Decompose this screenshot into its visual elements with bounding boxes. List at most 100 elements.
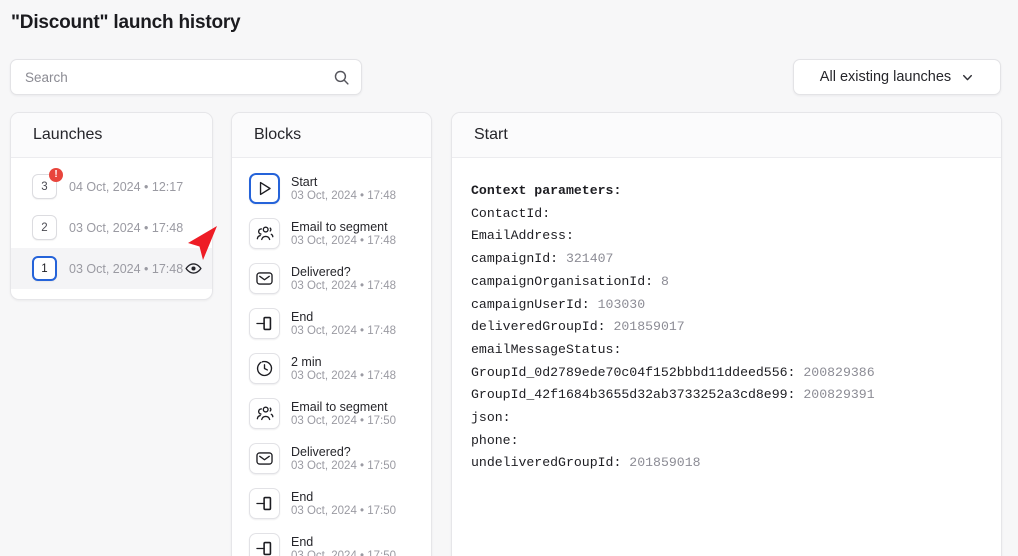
block-row[interactable]: 2 min 03 Oct, 2024 • 17:48	[232, 346, 431, 391]
play-icon	[249, 173, 280, 204]
parameter-key: undeliveredGroupId:	[471, 455, 622, 471]
launch-number-chip[interactable]: 3 !	[32, 168, 63, 199]
block-date: 03 Oct, 2024 • 17:50	[291, 415, 397, 427]
launch-row[interactable]: 2 03 Oct, 2024 • 17:48	[11, 207, 212, 248]
context-parameters: Context parameters: ContactId: EmailAddre…	[452, 158, 1001, 475]
launches-panel: Launches 3 ! 04 Oct, 2024 • 12:17 2 03 O…	[10, 112, 213, 300]
block-row[interactable]: End 03 Oct, 2024 • 17:48	[232, 301, 431, 346]
launch-date: 03 Oct, 2024 • 17:48	[69, 220, 184, 235]
block-row[interactable]: Delivered? 03 Oct, 2024 • 17:48	[232, 256, 431, 301]
parameter-line: json:	[471, 407, 1001, 430]
block-name: Delivered?	[291, 265, 351, 279]
parameter-key: deliveredGroupId:	[471, 319, 606, 335]
segment-icon	[249, 218, 280, 249]
parameter-value: 200829386	[803, 364, 875, 380]
block-row[interactable]: Email to segment 03 Oct, 2024 • 17:48	[232, 211, 431, 256]
launch-date: 04 Oct, 2024 • 12:17	[69, 179, 184, 194]
block-date: 03 Oct, 2024 • 17:48	[291, 325, 397, 337]
block-row[interactable]: Delivered? 03 Oct, 2024 • 17:50	[232, 436, 431, 481]
search-input[interactable]	[25, 69, 333, 85]
launch-date: 03 Oct, 2024 • 17:48	[69, 261, 184, 276]
parameter-key: campaignOrganisationId:	[471, 273, 654, 289]
launch-row[interactable]: 1 03 Oct, 2024 • 17:48	[11, 248, 212, 289]
block-date: 03 Oct, 2024 • 17:50	[291, 460, 397, 472]
parameter-key: campaignId:	[471, 251, 559, 267]
block-detail-panel: Start Context parameters: ContactId: Emai…	[451, 112, 1002, 556]
parameter-value: 103030	[597, 296, 646, 312]
eye-icon[interactable]	[185, 260, 202, 277]
parameter-line: campaignId: 321407	[471, 248, 1001, 271]
page-title: "Discount" launch history	[11, 12, 241, 33]
parameter-line: emailMessageStatus:	[471, 339, 1001, 362]
parameter-value: 201859017	[613, 319, 685, 335]
parameter-key: GroupId_0d2789ede70c04f152bbbd11ddeed556…	[471, 364, 796, 380]
launches-list: 3 ! 04 Oct, 2024 • 12:17 2 03 Oct, 2024 …	[11, 158, 212, 299]
launch-number-chip[interactable]: 2	[32, 215, 57, 240]
block-text: Delivered? 03 Oct, 2024 • 17:48	[291, 265, 396, 292]
parameter-list: ContactId: EmailAddress: campaignId: 32140…	[471, 203, 1001, 475]
block-date: 03 Oct, 2024 • 17:50	[291, 550, 397, 556]
block-name: Delivered?	[291, 445, 351, 459]
block-row[interactable]: Email to segment 03 Oct, 2024 • 17:50	[232, 391, 431, 436]
end-icon	[249, 533, 280, 556]
block-name: 2 min	[291, 355, 322, 369]
launch-filter-label: All existing launches	[819, 69, 952, 85]
parameter-line: EmailAddress:	[471, 225, 1001, 248]
launch-row[interactable]: 3 ! 04 Oct, 2024 • 12:17	[11, 166, 212, 207]
parameter-line: GroupId_42f1684b3655d32ab3733252a3cd8e99…	[471, 384, 1001, 407]
launch-history-page: "Discount" launch history All existing l…	[0, 0, 1018, 556]
block-name: End	[291, 310, 314, 324]
parameter-value: 201859018	[629, 455, 701, 471]
segment-icon	[249, 398, 280, 429]
parameter-value: 200829391	[803, 387, 875, 403]
parameter-key: campaignUserId:	[471, 296, 590, 312]
parameter-line: ContactId:	[471, 203, 1001, 226]
block-name: End	[291, 535, 314, 549]
block-row[interactable]: End 03 Oct, 2024 • 17:50	[232, 526, 431, 556]
block-name: End	[291, 490, 314, 504]
launch-number: 2	[41, 221, 48, 234]
block-row[interactable]: End 03 Oct, 2024 • 17:50	[232, 481, 431, 526]
launches-panel-header: Launches	[11, 113, 212, 158]
clock-icon	[249, 353, 280, 384]
blocks-panel-title: Blocks	[254, 126, 302, 143]
error-badge: !	[49, 168, 63, 182]
block-row[interactable]: Start 03 Oct, 2024 • 17:48	[232, 166, 431, 211]
block-text: End 03 Oct, 2024 • 17:50	[291, 490, 396, 517]
block-name: Email to segment	[291, 400, 388, 414]
envelope-icon	[249, 443, 280, 474]
blocks-panel: Blocks Start 03 Oct, 2024 • 17:48 Email …	[231, 112, 432, 556]
parameter-key: emailMessageStatus:	[471, 341, 622, 357]
launch-filter-dropdown[interactable]: All existing launches	[793, 59, 1001, 95]
parameter-line: campaignUserId: 103030	[471, 294, 1001, 317]
detail-panel-header: Start	[452, 113, 1001, 158]
launch-number: 1	[41, 262, 48, 275]
block-name: Start	[291, 175, 318, 189]
block-date: 03 Oct, 2024 • 17:48	[291, 235, 397, 247]
parameter-key: EmailAddress:	[471, 228, 574, 244]
block-text: End 03 Oct, 2024 • 17:50	[291, 535, 396, 556]
block-date: 03 Oct, 2024 • 17:48	[291, 190, 397, 202]
context-parameters-heading: Context parameters:	[471, 183, 622, 198]
parameter-line: campaignOrganisationId: 8	[471, 271, 1001, 294]
blocks-panel-header: Blocks	[232, 113, 431, 158]
block-text: Delivered? 03 Oct, 2024 • 17:50	[291, 445, 396, 472]
block-date: 03 Oct, 2024 • 17:48	[291, 280, 397, 292]
parameter-key: ContactId:	[471, 205, 551, 221]
parameter-line: GroupId_0d2789ede70c04f152bbbd11ddeed556…	[471, 362, 1001, 385]
chevron-down-icon	[963, 74, 973, 80]
blocks-list: Start 03 Oct, 2024 • 17:48 Email to segm…	[232, 158, 431, 556]
block-text: Email to segment 03 Oct, 2024 • 17:48	[291, 220, 396, 247]
block-name: Email to segment	[291, 220, 388, 234]
parameter-line: deliveredGroupId: 201859017	[471, 316, 1001, 339]
block-text: Start 03 Oct, 2024 • 17:48	[291, 175, 396, 202]
parameter-line: phone:	[471, 430, 1001, 453]
end-icon	[249, 308, 280, 339]
search-box[interactable]	[10, 59, 362, 95]
launch-number-chip[interactable]: 1	[32, 256, 57, 281]
block-date: 03 Oct, 2024 • 17:50	[291, 505, 397, 517]
end-icon	[249, 488, 280, 519]
parameter-line: undeliveredGroupId: 201859018	[471, 452, 1001, 475]
parameter-key: json:	[471, 410, 511, 426]
parameter-value: 321407	[565, 251, 614, 267]
